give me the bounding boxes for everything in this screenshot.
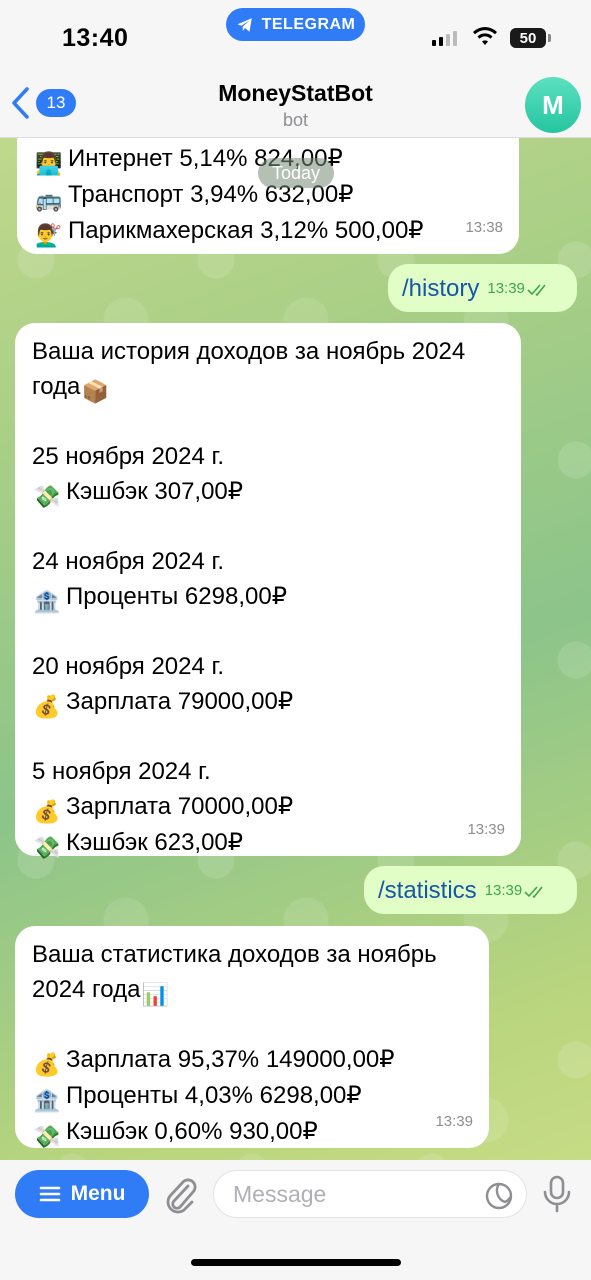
haircut-person-emoji-icon: 💇‍♂️: [35, 223, 63, 248]
bank-emoji-icon: 🏦: [33, 1088, 61, 1113]
message-time: 13:39: [485, 874, 547, 909]
message-statistics: Ваша статистика доходов за ноябрь 2024 г…: [15, 926, 489, 1149]
chat-title[interactable]: MoneyStatBot: [0, 80, 591, 107]
message-time: 13:39: [467, 820, 505, 838]
list-item: 💰 Зарплата 79000,00₽: [33, 687, 294, 719]
message-heading: Ваша история доходов за ноябрь 2024: [32, 338, 466, 365]
list-item: 💰 Зарплата 95,37% 149000,00₽: [33, 1046, 395, 1077]
bot-menu-button[interactable]: Menu: [15, 1170, 149, 1218]
computer-person-emoji-icon: 👨‍💻: [35, 151, 63, 176]
list-item: 💸 Кэшбэк 623,00₽: [33, 828, 244, 860]
package-emoji-icon: 📦: [81, 378, 110, 404]
telegram-return-pill[interactable]: TELEGRAM: [226, 8, 365, 41]
home-indicator: [191, 1259, 401, 1266]
battery-level: 50: [519, 29, 537, 47]
message-placeholder: Message: [233, 1180, 327, 1207]
history-date: 25 ноября 2024 г.: [32, 443, 224, 470]
list-item: 🏦 Проценты 4,03% 6298,00₽: [33, 1082, 362, 1113]
status-bar: 13:40 TELEGRAM 50: [0, 0, 591, 72]
list-item: 💰 Зарплата 70000,00₽: [33, 792, 294, 824]
app-pill-label: TELEGRAM: [261, 15, 356, 33]
money-bag-emoji-icon: 💰: [33, 798, 61, 824]
message-heading: Ваша статистика доходов за ноябрь: [32, 941, 437, 968]
list-item: 💸 Кэшбэк 307,00₽: [33, 477, 244, 509]
message-time: 13:39: [435, 1112, 473, 1130]
message-heading-cont: 2024 года📊: [32, 975, 170, 1007]
cellular-signal-icon: [432, 30, 457, 46]
list-item: 💸 Кэшбэк 0,60% 930,00₽: [33, 1118, 318, 1149]
microphone-icon[interactable]: [540, 1174, 574, 1214]
battery-icon: 50: [510, 28, 551, 48]
avatar-letter: M: [542, 89, 564, 120]
money-bag-emoji-icon: 💰: [33, 1052, 61, 1077]
bot-avatar[interactable]: M: [525, 77, 581, 133]
list-item: 💇‍♂️ Парикмахерская 3,12% 500,00₽: [35, 217, 424, 248]
command-text: /statistics: [378, 877, 477, 904]
money-wings-emoji-icon: 💸: [33, 483, 61, 509]
wifi-icon: [473, 27, 497, 45]
message-time: 13:38: [465, 218, 503, 236]
double-check-icon: [524, 886, 543, 898]
history-date: 5 ноября 2024 г.: [32, 758, 211, 785]
command-text: /history: [402, 275, 480, 302]
paperclip-icon[interactable]: [162, 1174, 198, 1214]
message-history: Ваша история доходов за ноябрь 2024 года…: [15, 323, 521, 860]
date-chip: Today: [258, 158, 335, 188]
message-outgoing-history[interactable]: /history 13:39: [388, 264, 577, 312]
menu-label: Menu: [70, 1182, 126, 1205]
double-check-icon: [527, 284, 546, 296]
message-time: 13:39: [487, 272, 549, 307]
money-wings-emoji-icon: 💸: [33, 1124, 61, 1149]
bar-chart-emoji-icon: 📊: [141, 981, 170, 1007]
chat-subtitle: bot: [282, 110, 309, 130]
bus-emoji-icon: 🚌: [35, 187, 63, 212]
message-outgoing-statistics[interactable]: /statistics 13:39: [364, 866, 577, 914]
telegram-plane-icon: [237, 17, 252, 32]
bank-emoji-icon: 🏦: [33, 588, 61, 614]
chat-header-overlay: 13 MoneyStatBot bot M: [0, 72, 591, 138]
message-heading-cont: года📦: [32, 372, 110, 404]
sticker-icon[interactable]: [484, 1181, 514, 1211]
history-date: 20 ноября 2024 г.: [32, 653, 224, 680]
money-wings-emoji-icon: 💸: [33, 834, 61, 860]
hamburger-icon: [39, 1186, 60, 1202]
status-time: 13:40: [62, 24, 129, 52]
history-date: 24 ноября 2024 г.: [32, 548, 224, 575]
list-item: 🏦 Проценты 6298,00₽: [33, 582, 287, 614]
money-bag-emoji-icon: 💰: [33, 693, 61, 719]
message-input[interactable]: Message: [213, 1170, 527, 1218]
